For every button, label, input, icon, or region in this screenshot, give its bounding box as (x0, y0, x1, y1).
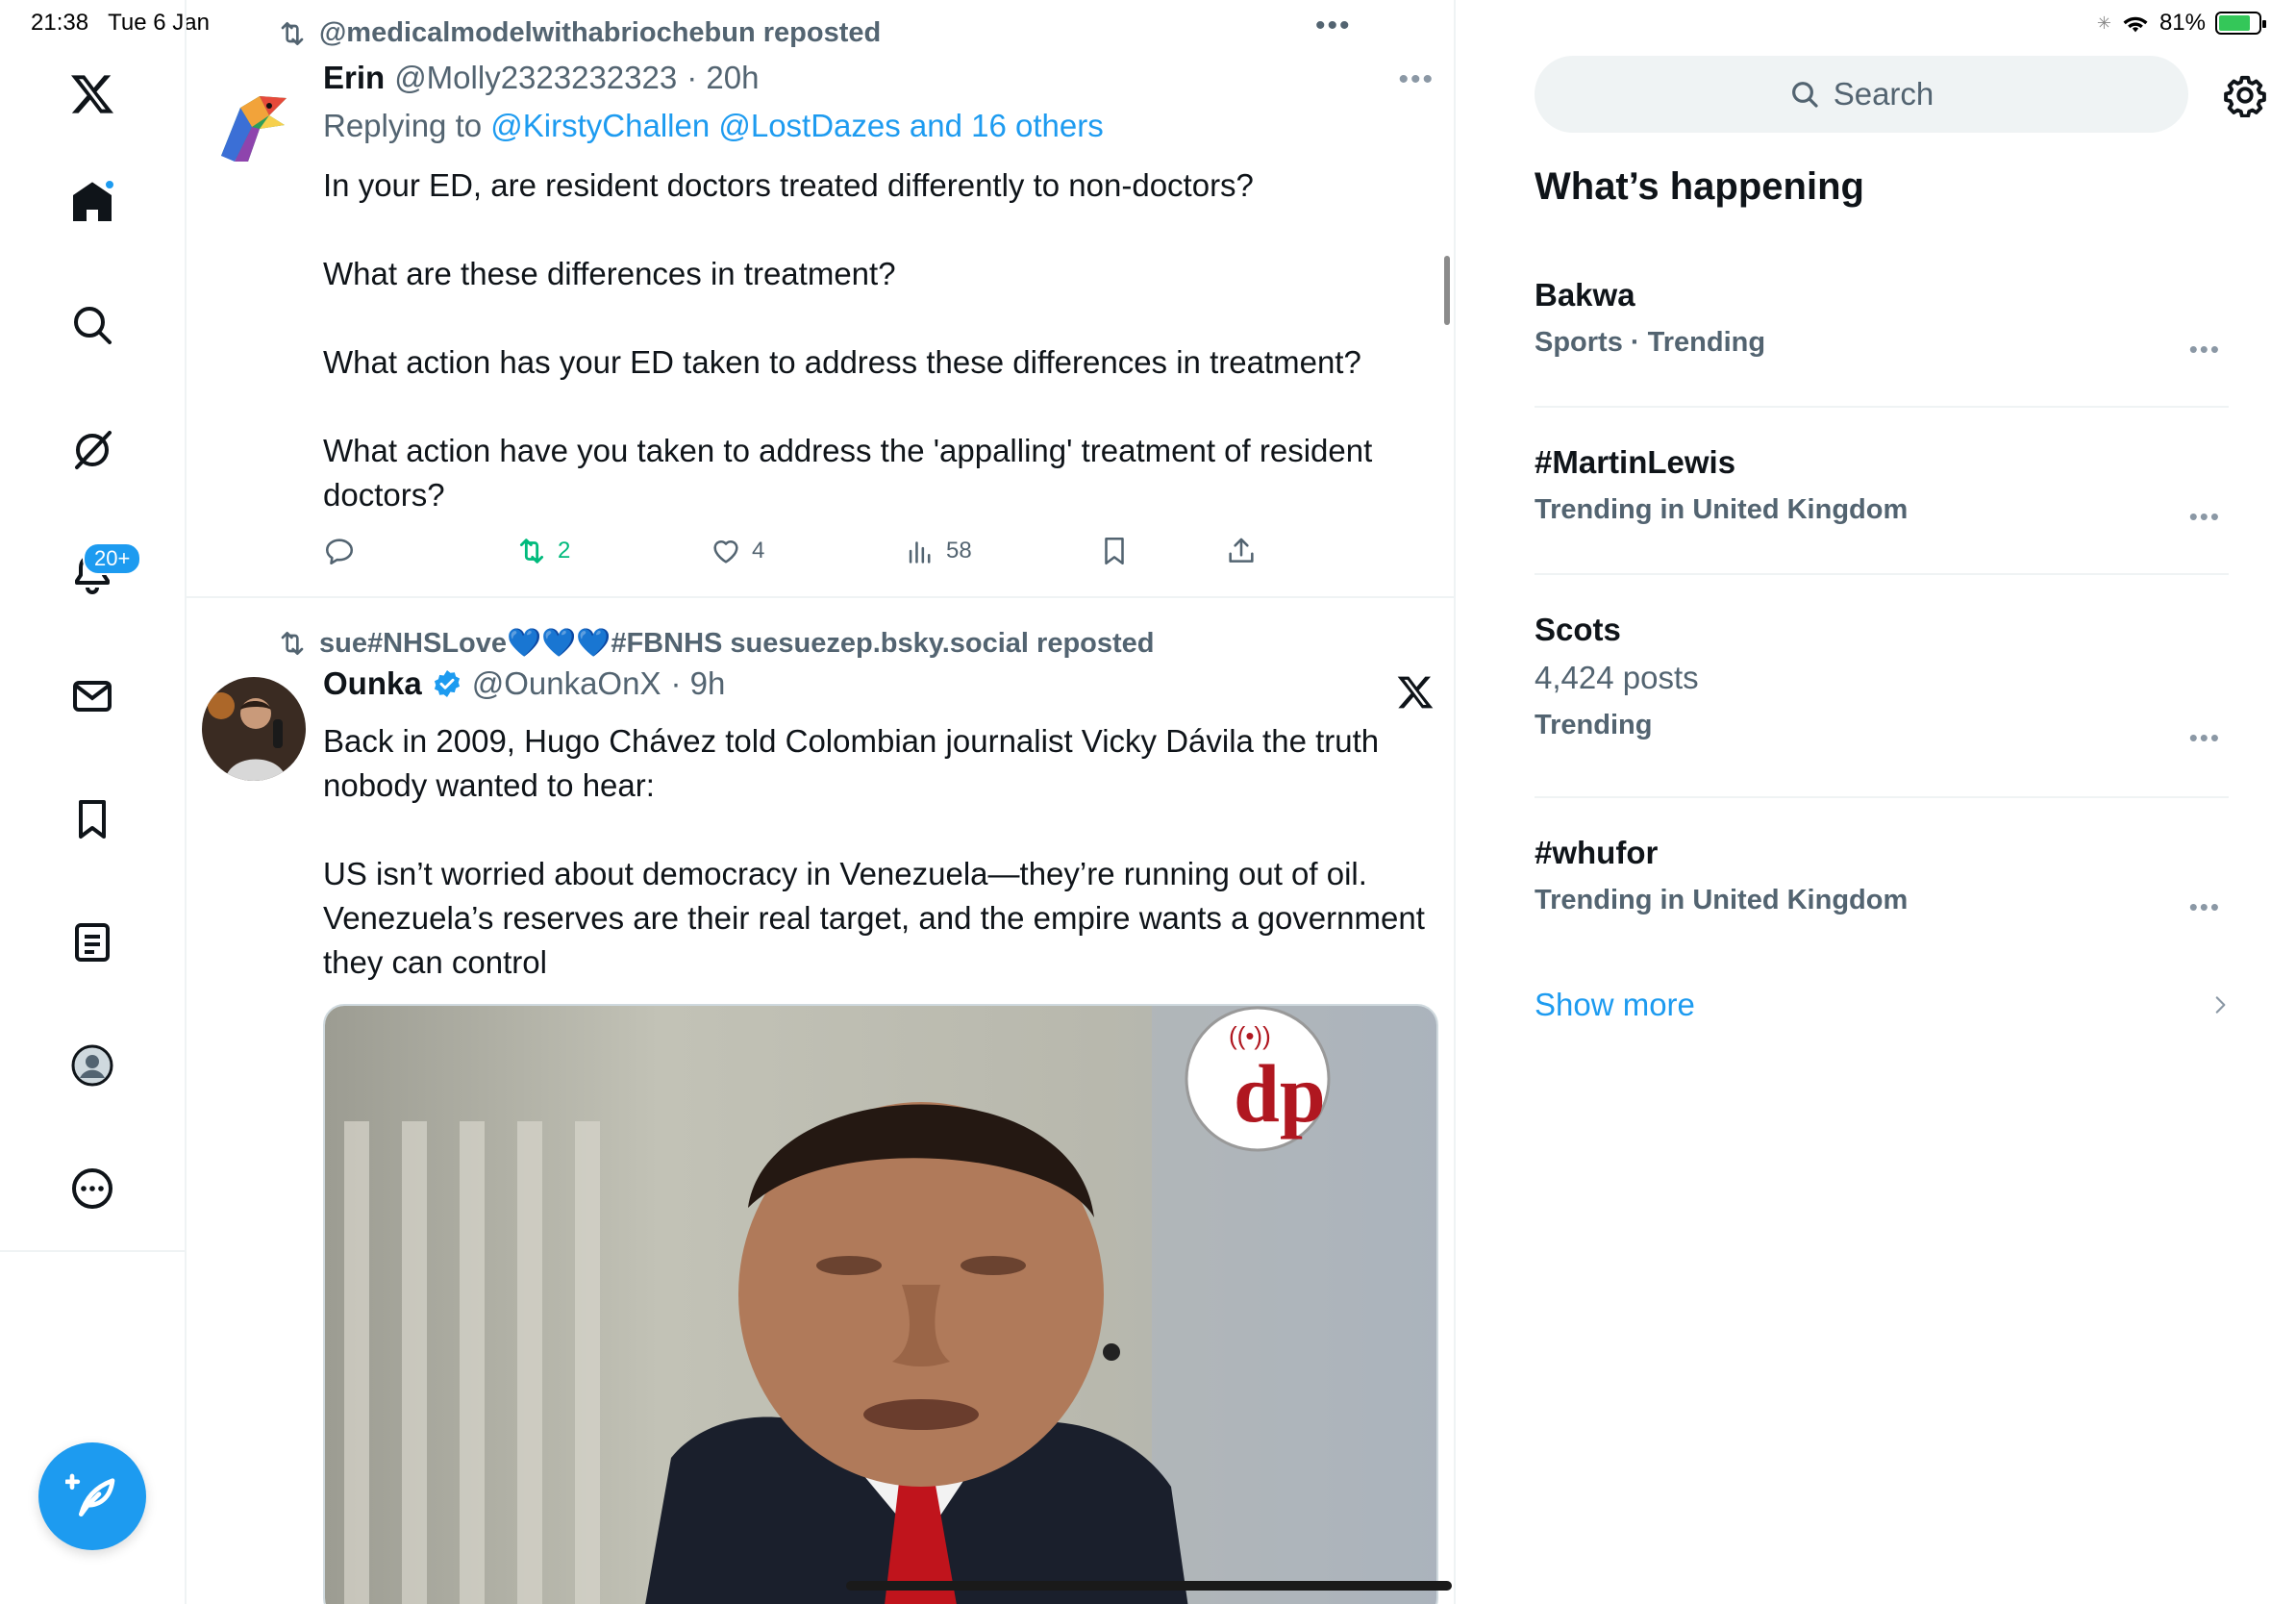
left-nav: 20+ (0, 0, 187, 1604)
trend-item[interactable]: Bakwa Sports · Trending ••• (1535, 277, 2229, 363)
show-more-link[interactable]: Show more (1535, 987, 1695, 1023)
trend-divider (1535, 406, 2229, 408)
home-indicator[interactable] (846, 1581, 1452, 1591)
repost-icon (281, 21, 304, 45)
repost-icon (519, 539, 544, 564)
trend-item[interactable]: Scots 4,424 posts Trending ••• (1535, 612, 2229, 752)
avatar[interactable] (202, 69, 306, 173)
like-button[interactable]: 4 (710, 535, 764, 567)
share-button[interactable] (1225, 535, 1258, 567)
compose-post-button[interactable] (38, 1442, 146, 1550)
view-count: 58 (946, 538, 972, 564)
podcaster-avatar-image (202, 677, 306, 781)
tweet-header: Erin @Molly2323232323 · 20h (323, 60, 759, 96)
tweet-paragraph: US isn’t worried about democracy in Vene… (323, 856, 1425, 980)
trend-meta: Sports · Trending (1535, 327, 1766, 358)
search-placeholder: Search (1833, 76, 1934, 112)
svg-text:((•)): ((•)) (1229, 1021, 1271, 1050)
home-icon[interactable] (63, 173, 121, 231)
repost-count: 2 (558, 538, 571, 564)
tweet-time[interactable]: · 9h (670, 665, 725, 702)
tweet-paragraph: What are these differences in treatment? (323, 256, 896, 291)
repost-by[interactable]: sue#NHSLove💙💙💙#FBNHS suesuezep.bsky.soci… (319, 627, 1155, 660)
author-handle[interactable]: @Molly2323232323 (394, 60, 677, 96)
trend-item[interactable]: #MartinLewis Trending in United Kingdom … (1535, 444, 2229, 531)
svg-text:dp: dp (1234, 1047, 1326, 1140)
notifications-badge: 20+ (83, 542, 142, 575)
trend-meta: Trending (1535, 710, 1653, 740)
verified-badge-icon (434, 670, 460, 697)
tweet[interactable]: @medicalmodelwithabriochebun reposted Er… (187, 0, 1456, 598)
author-handle[interactable]: @OunkaOnX (472, 665, 661, 702)
lists-icon[interactable] (63, 914, 121, 971)
reply-button[interactable] (323, 535, 356, 567)
heart-icon (713, 539, 738, 564)
nav-divider (0, 1250, 185, 1252)
trend-name: Scots (1535, 612, 1621, 647)
views-bars-icon (909, 541, 931, 564)
tweet-paragraph: In your ED, are resident doctors treated… (323, 167, 1254, 203)
avatar[interactable] (202, 677, 306, 781)
trend-more-button[interactable]: ••• (2189, 723, 2221, 753)
repost-by[interactable]: @medicalmodelwithabriochebun reposted (319, 17, 881, 49)
replying-to: Replying to @KirstyChallen @LostDazes an… (323, 108, 1104, 144)
trend-name: #whufor (1535, 835, 1659, 870)
reply-icon (325, 539, 354, 565)
tweet-actions: 2 4 58 (323, 535, 1438, 573)
messages-icon[interactable] (63, 667, 121, 725)
more-circle-icon[interactable] (63, 1160, 121, 1217)
search-input[interactable]: Search (1535, 56, 2188, 133)
x-logo-icon[interactable] (1396, 673, 1435, 712)
tweet-more-button[interactable]: ••• (1398, 63, 1435, 96)
right-sidebar: Search What’s happening Bakwa Sports · T… (1458, 0, 2296, 1604)
tweet-paragraph: What action has your ED taken to address… (323, 344, 1361, 380)
author-name[interactable]: Erin (323, 60, 385, 96)
trend-more-button[interactable]: ••• (2189, 892, 2221, 922)
repost-context: @medicalmodelwithabriochebun reposted (277, 17, 881, 49)
gear-icon[interactable] (2223, 73, 2267, 117)
chevron-right-icon[interactable] (2208, 992, 2233, 1017)
repost-button[interactable]: 2 (515, 535, 570, 567)
trend-item[interactable]: #whufor Trending in United Kingdom ••• (1535, 835, 2229, 921)
trend-meta: Trending in United Kingdom (1535, 885, 1909, 915)
tweet-video[interactable]: dp ((•)) (323, 1004, 1438, 1604)
trend-name: #MartinLewis (1535, 444, 1736, 480)
like-count: 4 (752, 538, 765, 564)
bookmark-button[interactable] (1098, 535, 1131, 567)
timeline: ••• @medicalmodelwithabriochebun reposte… (187, 0, 1456, 1604)
unread-dot (104, 179, 115, 190)
section-title: What’s happening (1535, 165, 1864, 208)
trend-meta: Trending in United Kingdom (1535, 494, 1909, 525)
trend-divider (1535, 796, 2229, 798)
eagle-avatar-image (202, 69, 306, 173)
tweet-paragraph: Back in 2009, Hugo Chávez told Colombian… (323, 723, 1380, 803)
bookmark-icon (1105, 537, 1124, 565)
bookmarks-icon[interactable] (63, 790, 121, 848)
replying-prefix: Replying to (323, 108, 483, 143)
repost-context: sue#NHSLove💙💙💙#FBNHS suesuezep.bsky.soci… (277, 627, 1155, 660)
tweet-paragraph: What action have you taken to address th… (323, 433, 1373, 513)
trend-name: Bakwa (1535, 277, 1635, 313)
tweet-header: Ounka @OunkaOnX · 9h (323, 665, 725, 702)
tweet-text: In your ED, are resident doctors treated… (323, 163, 1438, 517)
scrollbar-thumb[interactable] (1444, 256, 1450, 325)
profile-icon[interactable] (63, 1037, 121, 1094)
tweet-text: Back in 2009, Hugo Chávez told Colombian… (323, 719, 1438, 985)
share-icon (1229, 538, 1254, 563)
repost-icon (281, 632, 304, 655)
trend-post-count: 4,424 posts (1535, 660, 1699, 695)
feather-plus-icon (65, 1473, 115, 1516)
search-icon (1791, 82, 1818, 108)
x-logo-icon[interactable] (63, 65, 121, 123)
views-button[interactable]: 58 (904, 535, 972, 567)
trend-more-button[interactable]: ••• (2189, 335, 2221, 364)
search-icon[interactable] (63, 296, 121, 354)
grok-icon[interactable] (63, 421, 121, 479)
tweet-time[interactable]: · 20h (686, 60, 759, 96)
video-frame-image: dp ((•)) (325, 1006, 1436, 1604)
trend-more-button[interactable]: ••• (2189, 502, 2221, 532)
author-name[interactable]: Ounka (323, 665, 422, 702)
trend-divider (1535, 573, 2229, 575)
replying-to-links[interactable]: @KirstyChallen @LostDazes and 16 others (490, 108, 1103, 143)
